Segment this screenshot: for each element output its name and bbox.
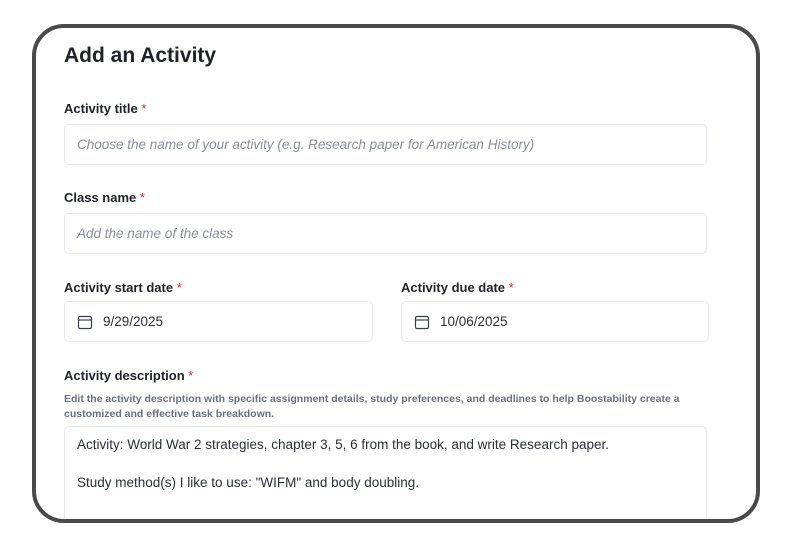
class-name-label: Class name * <box>64 190 145 205</box>
activity-title-label-text: Activity title <box>64 101 138 116</box>
description-hint: Edit the activity description with speci… <box>64 393 680 420</box>
activity-title-input[interactable]: Choose the name of your activity (e.g. R… <box>64 124 707 165</box>
required-marker: * <box>508 280 514 295</box>
required-marker: * <box>139 190 145 205</box>
class-name-input[interactable]: Add the name of the class <box>64 213 707 254</box>
activity-title-placeholder: Choose the name of your activity (e.g. R… <box>77 137 535 152</box>
due-date-input[interactable]: 10/06/2025 <box>401 301 709 342</box>
start-date-input[interactable]: 9/29/2025 <box>64 301 373 342</box>
calendar-icon <box>414 315 430 329</box>
start-date-label: Activity start date * <box>64 280 182 295</box>
due-date-value: 10/06/2025 <box>440 314 508 329</box>
page-title: Add an Activity <box>64 44 217 67</box>
start-date-label-text: Activity start date <box>64 280 174 295</box>
calendar-icon <box>77 315 93 329</box>
start-date-value: 9/29/2025 <box>103 314 164 329</box>
description-label: Activity description * <box>64 368 193 383</box>
activity-title-label: Activity title * <box>64 101 146 116</box>
required-marker: * <box>141 101 147 116</box>
required-marker: * <box>188 368 194 383</box>
description-label-text: Activity description <box>64 368 185 383</box>
description-textarea[interactable]: Activity: World War 2 strategies, chapte… <box>64 426 707 519</box>
due-date-label: Activity due date * <box>401 280 514 295</box>
class-name-label-text: Class name <box>64 190 137 205</box>
add-activity-card: Add an Activity Activity title * Choose … <box>32 24 760 523</box>
due-date-label-text: Activity due date <box>401 280 506 295</box>
required-marker: * <box>176 280 182 295</box>
class-name-placeholder: Add the name of the class <box>77 226 234 241</box>
